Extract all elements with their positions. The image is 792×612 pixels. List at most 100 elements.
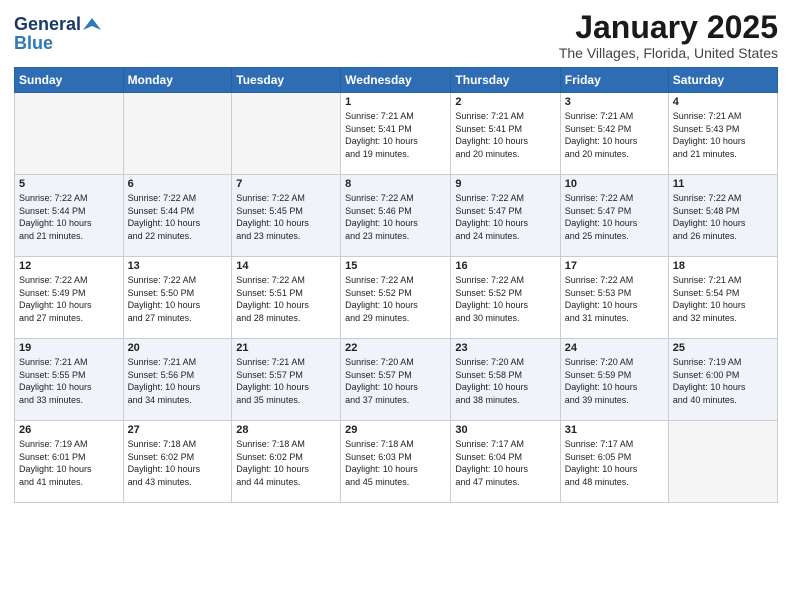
col-saturday: Saturday	[668, 68, 777, 93]
day-number: 8	[345, 178, 446, 190]
day-number: 26	[19, 424, 119, 436]
day-info: Sunrise: 7:22 AM Sunset: 5:48 PM Dayligh…	[673, 192, 773, 242]
day-number: 19	[19, 342, 119, 354]
table-row: 22 Sunrise: 7:20 AM Sunset: 5:57 PM Dayli…	[341, 339, 451, 421]
day-info: Sunrise: 7:20 AM Sunset: 5:58 PM Dayligh…	[455, 356, 555, 406]
location: The Villages, Florida, United States	[559, 45, 778, 61]
col-friday: Friday	[560, 68, 668, 93]
day-number: 12	[19, 260, 119, 272]
table-row: 12 Sunrise: 7:22 AM Sunset: 5:49 PM Dayli…	[15, 257, 124, 339]
table-row	[123, 93, 232, 175]
day-number: 31	[565, 424, 664, 436]
table-row: 18Sunrise: 7:21 AM Sunset: 5:54 PM Dayli…	[668, 257, 777, 339]
table-row: 8 Sunrise: 7:22 AM Sunset: 5:46 PM Daylig…	[341, 175, 451, 257]
day-number: 16	[455, 260, 555, 272]
table-row: 7Sunrise: 7:22 AM Sunset: 5:45 PM Daylig…	[232, 175, 341, 257]
header: General Blue January 2025 The Villages, …	[14, 10, 778, 61]
day-info: Sunrise: 7:18 AM Sunset: 6:02 PM Dayligh…	[128, 438, 228, 488]
day-info: Sunrise: 7:22 AM Sunset: 5:47 PM Dayligh…	[565, 192, 664, 242]
table-row: 23Sunrise: 7:20 AM Sunset: 5:58 PM Dayli…	[451, 339, 560, 421]
table-row	[15, 93, 124, 175]
table-row	[668, 421, 777, 503]
page-container: General Blue January 2025 The Villages, …	[0, 0, 792, 612]
day-info: Sunrise: 7:22 AM Sunset: 5:51 PM Dayligh…	[236, 274, 336, 324]
day-info: Sunrise: 7:21 AM Sunset: 5:56 PM Dayligh…	[128, 356, 228, 406]
day-info: Sunrise: 7:21 AM Sunset: 5:41 PM Dayligh…	[345, 110, 446, 160]
day-info: Sunrise: 7:22 AM Sunset: 5:47 PM Dayligh…	[455, 192, 555, 242]
day-info: Sunrise: 7:21 AM Sunset: 5:41 PM Dayligh…	[455, 110, 555, 160]
day-number: 6	[128, 178, 228, 190]
col-thursday: Thursday	[451, 68, 560, 93]
table-row: 1 Sunrise: 7:21 AM Sunset: 5:41 PM Daylig…	[341, 93, 451, 175]
table-row: 13 Sunrise: 7:22 AM Sunset: 5:50 PM Dayli…	[123, 257, 232, 339]
day-number: 1	[345, 96, 446, 108]
day-number: 17	[565, 260, 664, 272]
table-row: 9Sunrise: 7:22 AM Sunset: 5:47 PM Daylig…	[451, 175, 560, 257]
table-row: 4 Sunrise: 7:21 AM Sunset: 5:43 PM Daylig…	[668, 93, 777, 175]
day-info: Sunrise: 7:22 AM Sunset: 5:53 PM Dayligh…	[565, 274, 664, 324]
day-number: 3	[565, 96, 664, 108]
table-row: 15 Sunrise: 7:22 AM Sunset: 5:52 PM Dayli…	[341, 257, 451, 339]
day-number: 27	[128, 424, 228, 436]
day-number: 22	[345, 342, 446, 354]
table-row: 16Sunrise: 7:22 AM Sunset: 5:52 PM Dayli…	[451, 257, 560, 339]
table-row: 11 Sunrise: 7:22 AM Sunset: 5:48 PM Dayli…	[668, 175, 777, 257]
day-info: Sunrise: 7:22 AM Sunset: 5:52 PM Dayligh…	[345, 274, 446, 324]
table-row: 30 Sunrise: 7:17 AM Sunset: 6:04 PM Dayli…	[451, 421, 560, 503]
table-row: 17 Sunrise: 7:22 AM Sunset: 5:53 PM Dayli…	[560, 257, 668, 339]
col-sunday: Sunday	[15, 68, 124, 93]
table-row: 31 Sunrise: 7:17 AM Sunset: 6:05 PM Dayli…	[560, 421, 668, 503]
day-number: 11	[673, 178, 773, 190]
day-info: Sunrise: 7:18 AM Sunset: 6:03 PM Dayligh…	[345, 438, 446, 488]
day-info: Sunrise: 7:21 AM Sunset: 5:55 PM Dayligh…	[19, 356, 119, 406]
logo-bird-icon	[83, 16, 101, 34]
day-number: 7	[236, 178, 336, 190]
col-monday: Monday	[123, 68, 232, 93]
day-number: 30	[455, 424, 555, 436]
day-number: 20	[128, 342, 228, 354]
logo-blue: Blue	[14, 33, 53, 54]
day-info: Sunrise: 7:22 AM Sunset: 5:44 PM Dayligh…	[19, 192, 119, 242]
title-section: January 2025 The Villages, Florida, Unit…	[559, 10, 778, 61]
day-number: 24	[565, 342, 664, 354]
table-row: 3 Sunrise: 7:21 AM Sunset: 5:42 PM Daylig…	[560, 93, 668, 175]
table-row: 10 Sunrise: 7:22 AM Sunset: 5:47 PM Dayli…	[560, 175, 668, 257]
day-info: Sunrise: 7:19 AM Sunset: 6:00 PM Dayligh…	[673, 356, 773, 406]
day-info: Sunrise: 7:18 AM Sunset: 6:02 PM Dayligh…	[236, 438, 336, 488]
day-number: 13	[128, 260, 228, 272]
table-row: 14Sunrise: 7:22 AM Sunset: 5:51 PM Dayli…	[232, 257, 341, 339]
table-row: 19 Sunrise: 7:21 AM Sunset: 5:55 PM Dayli…	[15, 339, 124, 421]
calendar-header-row: Sunday Monday Tuesday Wednesday Thursday…	[15, 68, 778, 93]
day-number: 25	[673, 342, 773, 354]
day-number: 5	[19, 178, 119, 190]
day-number: 2	[455, 96, 555, 108]
day-info: Sunrise: 7:20 AM Sunset: 5:59 PM Dayligh…	[565, 356, 664, 406]
logo: General Blue	[14, 14, 101, 54]
month-title: January 2025	[559, 10, 778, 45]
day-number: 21	[236, 342, 336, 354]
day-info: Sunrise: 7:21 AM Sunset: 5:42 PM Dayligh…	[565, 110, 664, 160]
day-info: Sunrise: 7:21 AM Sunset: 5:57 PM Dayligh…	[236, 356, 336, 406]
day-info: Sunrise: 7:22 AM Sunset: 5:49 PM Dayligh…	[19, 274, 119, 324]
day-number: 4	[673, 96, 773, 108]
day-number: 10	[565, 178, 664, 190]
table-row: 21 Sunrise: 7:21 AM Sunset: 5:57 PM Dayli…	[232, 339, 341, 421]
day-number: 15	[345, 260, 446, 272]
day-info: Sunrise: 7:17 AM Sunset: 6:04 PM Dayligh…	[455, 438, 555, 488]
col-wednesday: Wednesday	[341, 68, 451, 93]
day-info: Sunrise: 7:21 AM Sunset: 5:43 PM Dayligh…	[673, 110, 773, 160]
table-row: 26Sunrise: 7:19 AM Sunset: 6:01 PM Dayli…	[15, 421, 124, 503]
table-row: 24 Sunrise: 7:20 AM Sunset: 5:59 PM Dayli…	[560, 339, 668, 421]
table-row: 27 Sunrise: 7:18 AM Sunset: 6:02 PM Dayli…	[123, 421, 232, 503]
day-info: Sunrise: 7:22 AM Sunset: 5:50 PM Dayligh…	[128, 274, 228, 324]
logo-general: General	[14, 14, 81, 35]
day-info: Sunrise: 7:20 AM Sunset: 5:57 PM Dayligh…	[345, 356, 446, 406]
day-info: Sunrise: 7:17 AM Sunset: 6:05 PM Dayligh…	[565, 438, 664, 488]
table-row: 5 Sunrise: 7:22 AM Sunset: 5:44 PM Daylig…	[15, 175, 124, 257]
table-row: 29Sunrise: 7:18 AM Sunset: 6:03 PM Dayli…	[341, 421, 451, 503]
day-info: Sunrise: 7:22 AM Sunset: 5:46 PM Dayligh…	[345, 192, 446, 242]
day-info: Sunrise: 7:21 AM Sunset: 5:54 PM Dayligh…	[673, 274, 773, 324]
table-row: 6 Sunrise: 7:22 AM Sunset: 5:44 PM Daylig…	[123, 175, 232, 257]
table-row: 25 Sunrise: 7:19 AM Sunset: 6:00 PM Dayli…	[668, 339, 777, 421]
day-info: Sunrise: 7:22 AM Sunset: 5:44 PM Dayligh…	[128, 192, 228, 242]
